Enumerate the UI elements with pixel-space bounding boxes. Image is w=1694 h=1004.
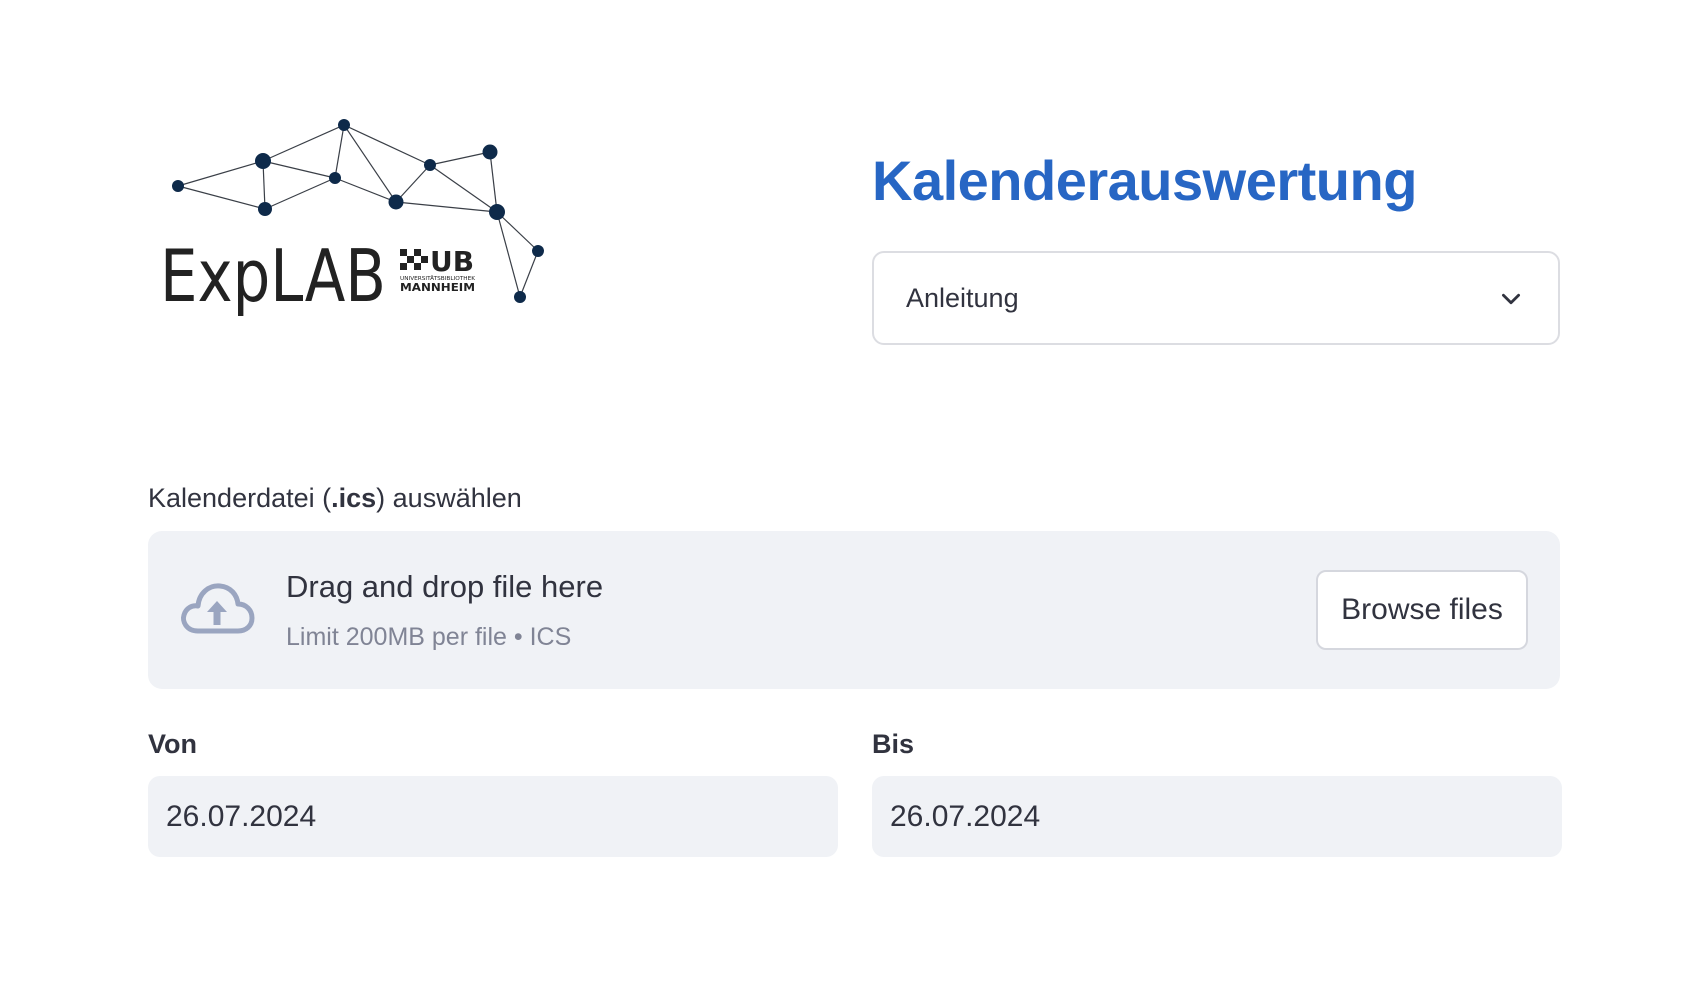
page-title: Kalenderauswertung <box>872 149 1417 212</box>
logo-ub-city: MANNHEIM <box>400 281 475 294</box>
file-dropzone[interactable]: Drag and drop file here Limit 200MB per … <box>148 531 1560 689</box>
to-date-label: Bis <box>872 729 915 759</box>
dropzone-title: Drag and drop file here <box>286 569 604 604</box>
from-date-label: Von <box>148 729 197 759</box>
dropzone-limit-text: Limit 200MB per file • ICS <box>286 623 572 651</box>
explab-logo: ExpLAB UB UNIVERSITÄTSBIBLIOTHEK MANNHEI… <box>160 105 550 320</box>
logo-wordmark: ExpLAB <box>160 234 386 318</box>
expander-label: Anleitung <box>906 282 1019 313</box>
from-date-input[interactable] <box>148 776 838 857</box>
uploader-label: Kalenderdatei (.ics) auswählen <box>148 483 522 513</box>
chevron-down-icon <box>1502 293 1520 305</box>
logo-ub-mark: UB <box>430 245 474 278</box>
browse-files-button[interactable]: Browse files <box>1316 570 1528 650</box>
to-date-input[interactable] <box>872 776 1562 857</box>
instructions-expander[interactable]: Anleitung <box>872 251 1560 345</box>
cloud-upload-icon <box>181 583 255 634</box>
